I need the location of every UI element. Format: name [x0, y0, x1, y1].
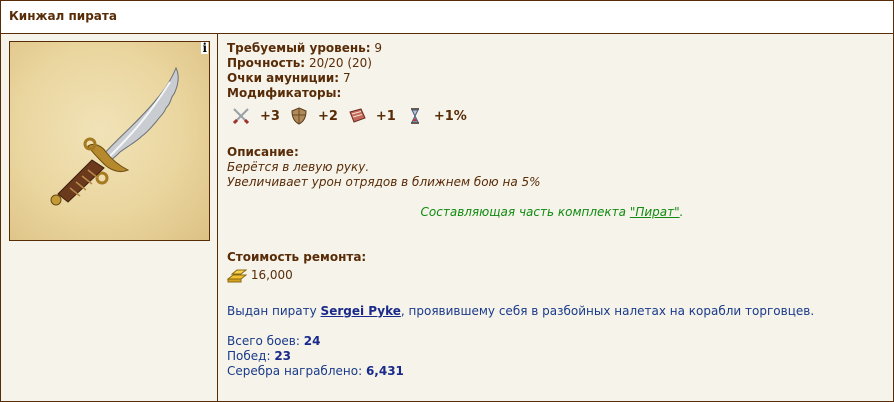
repair-cost: 16,000 — [250, 268, 293, 282]
item-title: Кинжал пирата — [9, 9, 117, 23]
knowledge-value: +1 — [375, 108, 396, 124]
defense-value: +2 — [317, 108, 338, 124]
description-line: Берётся в левую руку. — [227, 160, 370, 174]
battles-row: Всего боев: 24 — [227, 334, 320, 348]
battles-value: 24 — [303, 334, 321, 348]
item-image: i — [9, 41, 210, 241]
ammo-label: Очки амуниции: — [227, 71, 340, 85]
set-info: Составляющая часть комплекта "Пират". — [227, 205, 877, 219]
description-line: Увеличивает урон отрядов в ближнем бою н… — [227, 175, 541, 189]
info-icon[interactable]: i — [201, 42, 208, 54]
modifiers-heading: Модификаторы: — [227, 86, 341, 100]
item-panel: Кинжал пирата i Требуемый уровень: 9 Про… — [0, 0, 894, 402]
player-link[interactable]: Sergei Pyke — [321, 304, 401, 318]
repair-cost-row: 16,000 — [226, 268, 293, 283]
knowledge-icon — [347, 106, 367, 126]
ammo-row: Очки амуниции: 7 — [227, 71, 351, 85]
defense-icon — [289, 106, 309, 126]
repair-label: Стоимость ремонта: — [227, 250, 367, 264]
issued-text-row: Выдан пирату Sergei Pyke, проявившему се… — [227, 304, 814, 318]
wins-value: 23 — [274, 349, 292, 363]
repair-heading: Стоимость ремонта: — [227, 250, 366, 264]
required-level-value: 9 — [374, 41, 383, 55]
item-image-column: i — [1, 34, 218, 401]
silver-label: Серебра награблено: — [227, 364, 363, 378]
wins-row: Побед: 23 — [227, 349, 291, 363]
set-text-end: . — [679, 205, 684, 219]
durability-label: Прочность: — [227, 56, 306, 70]
battles-label: Всего боев: — [227, 334, 300, 348]
issued-text-end: , проявившему себя в разбойных налетах н… — [400, 304, 815, 318]
modifiers-label: Модификаторы: — [227, 86, 342, 100]
required-level-label: Требуемый уровень: — [227, 41, 371, 55]
description-heading: Описание: — [227, 145, 299, 159]
attack-value: +3 — [260, 108, 280, 124]
description-label: Описание: — [227, 145, 299, 159]
initiative-icon — [405, 106, 425, 126]
silver-row: Серебра награблено: 6,431 — [227, 364, 404, 378]
durability-value: 20/20 — [308, 56, 344, 70]
set-text: Составляющая часть комплекта — [420, 205, 630, 219]
gold-icon — [226, 269, 248, 283]
item-header: Кинжал пирата — [1, 1, 893, 34]
initiative-value: +1% — [433, 108, 467, 124]
issued-text: Выдан пирату — [227, 304, 321, 318]
durability-row: Прочность: 20/20 (20) — [227, 56, 372, 70]
modifiers-row: +3 +2 +1 +1% — [227, 105, 476, 127]
set-link[interactable]: "Пират" — [630, 205, 680, 219]
required-level-row: Требуемый уровень: 9 — [227, 41, 382, 55]
silver-value: 6,431 — [365, 364, 404, 378]
durability-max: (20) — [347, 56, 372, 70]
dagger-icon — [50, 66, 179, 206]
ammo-value: 7 — [342, 71, 351, 85]
wins-label: Побед: — [227, 349, 271, 363]
attack-icon — [231, 106, 251, 126]
